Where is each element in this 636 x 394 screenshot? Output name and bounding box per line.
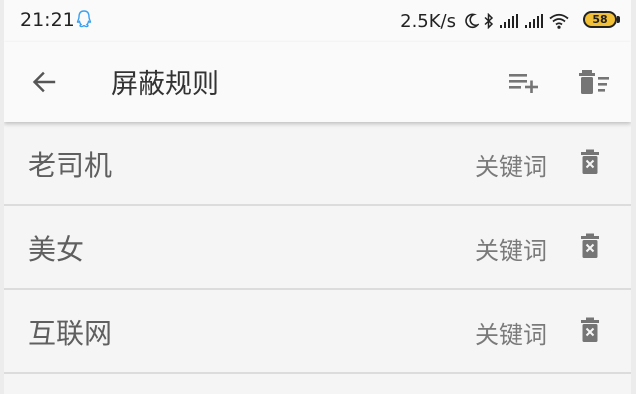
qq-icon — [76, 10, 92, 28]
net-speed: 2.5K/s — [400, 10, 456, 32]
delete-rule-button[interactable] — [575, 228, 605, 264]
delete-rule-button[interactable] — [575, 144, 605, 180]
app-bar: 屏蔽规则 — [4, 42, 631, 122]
add-rule-button[interactable] — [504, 62, 544, 102]
wifi-icon — [549, 13, 569, 29]
delete-icon — [581, 233, 599, 258]
delete-icon — [581, 317, 599, 342]
delete-rule-button[interactable] — [575, 312, 605, 348]
rule-list: 老司机 关键词 美女 关键词 互联网 关键词 — [4, 122, 631, 374]
page-title: 屏蔽规则 — [111, 69, 219, 100]
rule-row[interactable]: 老司机 关键词 — [4, 122, 631, 206]
screen: 21:21 2.5K/s 58 屏蔽规则 老司机 关键词 美女 关键词 互联网 … — [4, 0, 631, 394]
status-time: 21:21 — [20, 9, 75, 31]
signal-icon — [525, 14, 543, 28]
back-arrow-icon — [32, 71, 56, 93]
battery-level: 58 — [592, 13, 608, 26]
rule-row[interactable]: 美女 关键词 — [4, 206, 631, 290]
rule-label: 美女 — [28, 233, 85, 266]
back-button[interactable] — [22, 60, 66, 104]
battery-icon: 58 — [583, 11, 617, 28]
rule-type: 关键词 — [475, 321, 547, 349]
rule-row[interactable]: 互联网 关键词 — [4, 290, 631, 374]
battery-tip — [617, 16, 620, 23]
rule-label: 互联网 — [28, 317, 113, 350]
delete-sweep-icon — [579, 70, 609, 94]
clear-rules-button[interactable] — [574, 62, 614, 102]
moon-icon — [465, 13, 479, 29]
signal-icon — [500, 14, 518, 28]
bluetooth-icon — [484, 13, 494, 29]
rule-type: 关键词 — [475, 153, 547, 181]
status-bar: 21:21 2.5K/s 58 — [4, 0, 631, 42]
playlist-add-icon — [509, 74, 538, 93]
delete-icon — [581, 149, 599, 174]
rule-label: 老司机 — [28, 149, 113, 182]
rule-type: 关键词 — [475, 237, 547, 265]
